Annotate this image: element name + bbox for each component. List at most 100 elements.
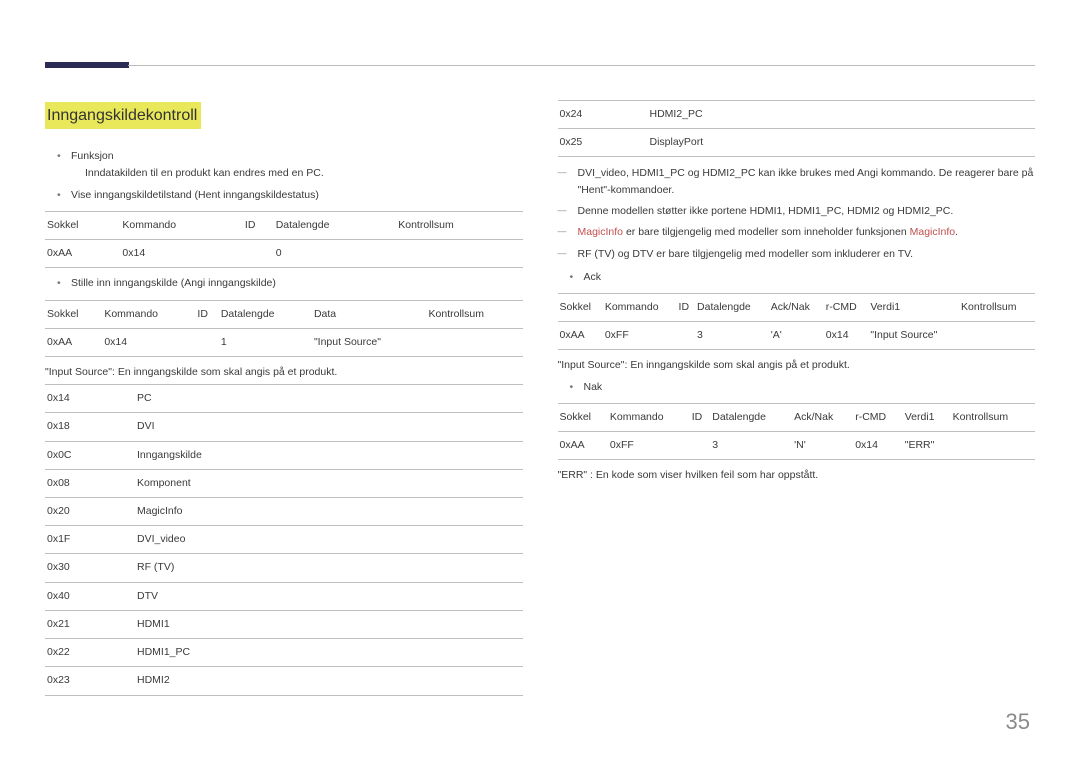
header-accent-bar: [45, 62, 129, 68]
td: RF (TV): [135, 554, 523, 582]
th: Kommando: [102, 300, 195, 328]
td: 0x14: [120, 240, 243, 268]
td: PC: [135, 385, 523, 413]
th: Kontrollsum: [396, 211, 522, 239]
th: ID: [677, 293, 696, 321]
dash-note: RF (TV) og DTV er bare tilgjengelig med …: [558, 246, 1036, 262]
td: 0x40: [45, 582, 135, 610]
td: 1: [219, 328, 312, 356]
td: [243, 240, 274, 268]
bullet-stille-inn: Stille inn inngangskilde (Angi inngangsk…: [57, 276, 523, 291]
td: DVI: [135, 413, 523, 441]
err-note: "ERR" : En kode som viser hvilken feil s…: [558, 468, 1036, 483]
td: 0xFF: [603, 322, 677, 350]
table-row: 0x25DisplayPort: [558, 129, 1036, 157]
table-row: 0x18DVI: [45, 413, 523, 441]
get-status-table: Sokkel Kommando ID Datalengde Kontrollsu…: [45, 211, 523, 268]
bullet-vise-status: Vise inngangskildetilstand (Hent inngang…: [57, 188, 523, 203]
magicinfo-highlight: MagicInfo: [910, 226, 956, 238]
th: ID: [243, 211, 274, 239]
td: DTV: [135, 582, 523, 610]
td: Inngangskilde: [135, 441, 523, 469]
table-row: 0x14PC: [45, 385, 523, 413]
td: 0x22: [45, 639, 135, 667]
bullet-ack: Ack: [570, 270, 1036, 285]
th: Verdi1: [868, 293, 959, 321]
th: Datalengde: [274, 211, 397, 239]
td: 3: [710, 432, 792, 460]
input-source-note-2: "Input Source": En inngangskilde som ska…: [558, 358, 1036, 373]
td: HDMI1: [135, 610, 523, 638]
td: 3: [695, 322, 769, 350]
dash-note: MagicInfo er bare tilgjengelig med model…: [558, 224, 1036, 240]
dash-notes: DVI_video, HDMI1_PC og HDMI2_PC kan ikke…: [558, 165, 1036, 261]
td: 0x21: [45, 610, 135, 638]
th: Ack/Nak: [792, 403, 853, 431]
td: Komponent: [135, 469, 523, 497]
input-source-note: "Input Source": En inngangskilde som ska…: [45, 365, 523, 380]
td: DVI_video: [135, 526, 523, 554]
td: 0x25: [558, 129, 648, 157]
th: Kontrollsum: [427, 300, 523, 328]
td: 0x14: [102, 328, 195, 356]
td: [951, 432, 1035, 460]
th: Datalengde: [695, 293, 769, 321]
table-row: 0xAA 0x14 0: [45, 240, 523, 268]
table-row: 0x1FDVI_video: [45, 526, 523, 554]
text: er bare tilgjengelig med modeller som in…: [623, 226, 910, 238]
td: 0x23: [45, 667, 135, 695]
th: r-CMD: [853, 403, 903, 431]
th: ID: [195, 300, 218, 328]
th: Ack/Nak: [769, 293, 824, 321]
th: Datalengde: [219, 300, 312, 328]
td: 0x14: [45, 385, 135, 413]
table-row: 0x20MagicInfo: [45, 498, 523, 526]
td: 0x08: [45, 469, 135, 497]
td: DisplayPort: [648, 129, 1036, 157]
td: 0xAA: [45, 240, 120, 268]
page-number: 35: [1006, 706, 1030, 738]
bullet-description: Inndatakilden til en produkt kan endres …: [85, 166, 523, 181]
two-column-layout: Inngangskildekontroll Funksjon Inndataki…: [45, 90, 1035, 704]
th: Kommando: [120, 211, 243, 239]
nak-table: Sokkel Kommando ID Datalengde Ack/Nak r-…: [558, 403, 1036, 460]
table-row: 0x22HDMI1_PC: [45, 639, 523, 667]
table-row: 0x40DTV: [45, 582, 523, 610]
th: ID: [690, 403, 711, 431]
td: 0xAA: [558, 322, 603, 350]
bullet-nak: Nak: [570, 380, 1036, 395]
header-rule: [128, 65, 1035, 66]
td: 0x14: [853, 432, 903, 460]
page-container: Inngangskildekontroll Funksjon Inndataki…: [0, 0, 1080, 763]
source-codes-table-cont: 0x24HDMI2_PC0x25DisplayPort: [558, 100, 1036, 157]
th: Sokkel: [558, 403, 608, 431]
dash-note: Denne modellen støtter ikke portene HDMI…: [558, 203, 1036, 219]
table-row: 0x08Komponent: [45, 469, 523, 497]
td: HDMI2_PC: [648, 101, 1036, 129]
th: r-CMD: [824, 293, 869, 321]
th: Sokkel: [558, 293, 603, 321]
left-column: Inngangskildekontroll Funksjon Inndataki…: [45, 90, 523, 704]
bullet-label: Funksjon: [71, 150, 114, 162]
set-source-table: Sokkel Kommando ID Datalengde Data Kontr…: [45, 300, 523, 357]
th: Kontrollsum: [951, 403, 1035, 431]
table-row: 0x23HDMI2: [45, 667, 523, 695]
td: 'A': [769, 322, 824, 350]
table-row: 0xAA 0x14 1 "Input Source": [45, 328, 523, 356]
td: "Input Source": [312, 328, 427, 356]
td: "ERR": [903, 432, 951, 460]
section-title: Inngangskildekontroll: [45, 102, 201, 129]
source-codes-table: 0x14PC0x18DVI0x0CInngangskilde0x08Kompon…: [45, 384, 523, 695]
table-row: 0x30RF (TV): [45, 554, 523, 582]
right-column: 0x24HDMI2_PC0x25DisplayPort DVI_video, H…: [558, 90, 1036, 704]
td: [959, 322, 1035, 350]
td: 0x1F: [45, 526, 135, 554]
td: [396, 240, 522, 268]
th: Kommando: [608, 403, 690, 431]
magicinfo-highlight: MagicInfo: [578, 226, 624, 238]
td: 'N': [792, 432, 853, 460]
td: 0x0C: [45, 441, 135, 469]
td: 0x14: [824, 322, 869, 350]
td: HDMI2: [135, 667, 523, 695]
table-row: 0x24HDMI2_PC: [558, 101, 1036, 129]
